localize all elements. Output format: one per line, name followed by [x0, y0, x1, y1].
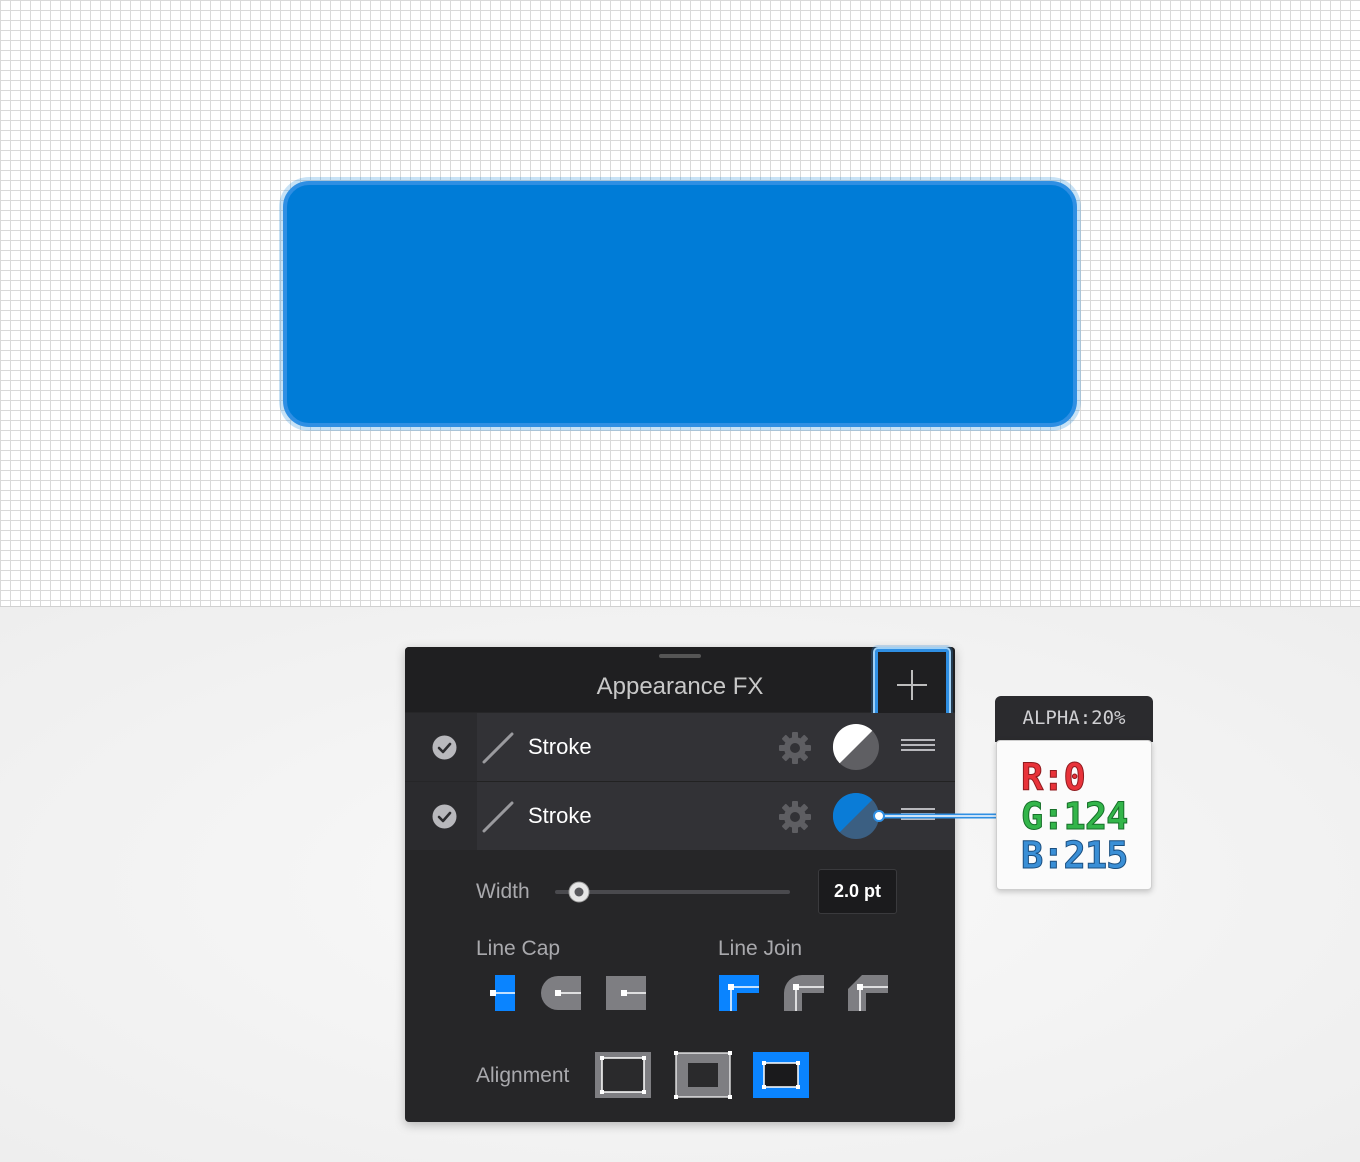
round-cap-icon[interactable]	[541, 976, 581, 1010]
width-slider-track[interactable]	[555, 890, 790, 894]
stroke-slash-icon	[482, 732, 514, 764]
blue-rounded-rectangle[interactable]	[283, 181, 1077, 427]
bevel-join-icon[interactable]	[848, 975, 888, 1011]
color-swatch-icon[interactable]	[832, 723, 880, 771]
appearance-fx-panel: Appearance FX Stroke Stroke Width 2.0 pt…	[405, 647, 955, 1122]
align-center-icon[interactable]	[674, 1051, 732, 1099]
color-swatch-icon[interactable]	[832, 792, 880, 840]
effect-label: Stroke	[528, 734, 592, 759]
alignment-label: Alignment	[476, 1064, 570, 1087]
stroke-slash-icon	[482, 801, 514, 833]
blue-value: B:215	[1020, 834, 1128, 877]
rgb-callout: R:0 G:124 B:215	[996, 740, 1152, 890]
panel-title: Appearance FX	[596, 673, 764, 700]
plus-icon	[897, 670, 927, 700]
effect-row-stroke-1[interactable]: Stroke	[405, 713, 955, 781]
red-value: R:0	[1021, 756, 1087, 799]
gear-icon[interactable]	[778, 731, 812, 765]
projecting-cap-icon[interactable]	[606, 976, 646, 1010]
miter-join-icon[interactable]	[719, 975, 759, 1011]
panel-header: Appearance FX	[405, 647, 955, 712]
line-cap-label: Line Cap	[476, 937, 561, 960]
green-value: G:124	[1020, 795, 1128, 838]
add-effect-button[interactable]	[873, 647, 951, 723]
effect-row-stroke-2[interactable]: Stroke	[405, 782, 955, 850]
alpha-tag: ALPHA:20%	[995, 696, 1153, 742]
gear-icon[interactable]	[778, 800, 812, 834]
align-inside-icon[interactable]	[595, 1052, 651, 1098]
butt-cap-icon[interactable]	[489, 975, 519, 1011]
check-icon[interactable]	[432, 804, 457, 829]
artboard-grid[interactable]	[0, 0, 1360, 607]
panel-drag-grip[interactable]	[659, 654, 701, 658]
check-icon[interactable]	[432, 735, 457, 760]
effect-label: Stroke	[528, 803, 592, 828]
round-join-icon[interactable]	[784, 975, 824, 1011]
drag-handle-icon[interactable]	[901, 737, 935, 753]
drag-handle-icon[interactable]	[901, 806, 935, 822]
width-slider-handle[interactable]	[568, 881, 590, 903]
align-outside-icon[interactable]	[753, 1052, 809, 1098]
width-label: Width	[476, 880, 530, 903]
width-value-field[interactable]: 2.0 pt	[818, 869, 897, 914]
line-join-label: Line Join	[718, 937, 803, 960]
